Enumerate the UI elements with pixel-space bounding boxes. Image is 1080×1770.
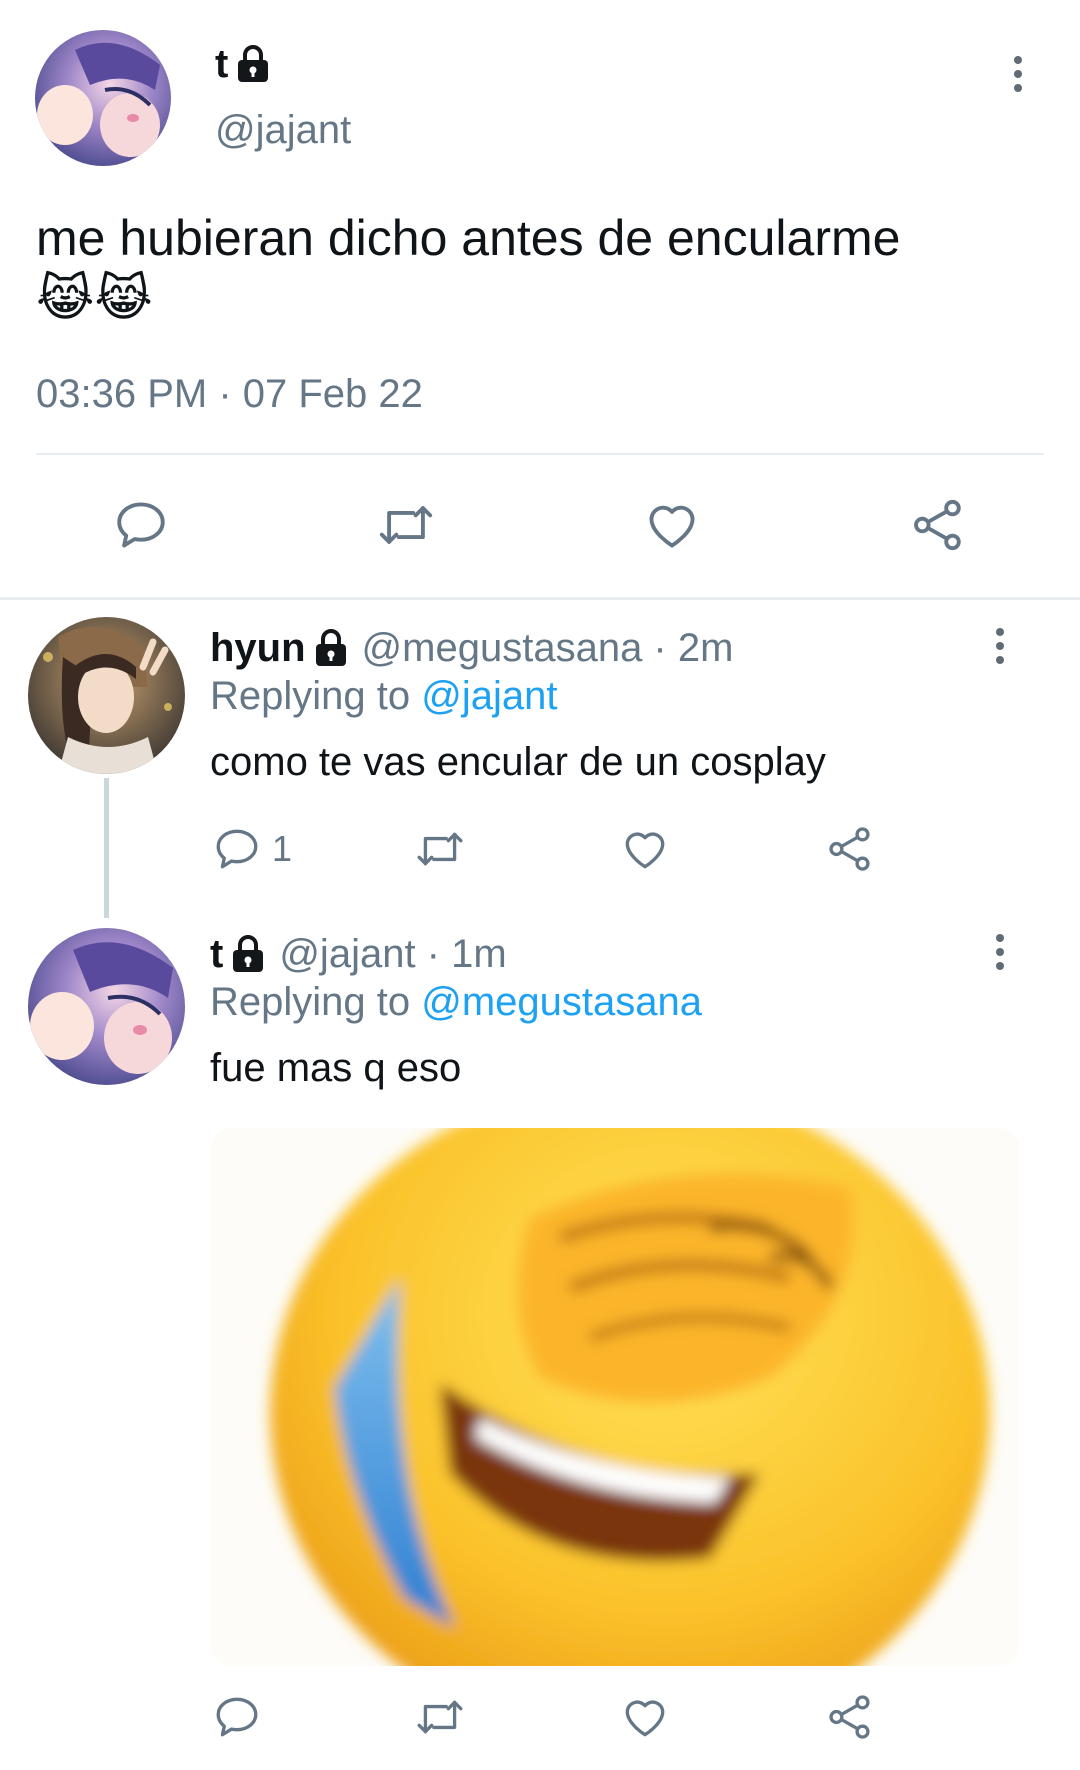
reply1-reply-count: 1 [272,828,293,869]
reply1-handle-time[interactable]: @megustasana · 2m [362,626,734,671]
reply1-more-button[interactable] [990,628,1010,664]
replying-to-link[interactable]: @jajant [421,674,557,718]
reply2-retweet-button[interactable] [412,1692,468,1742]
main-like-button[interactable] [643,496,701,554]
main-timestamp[interactable]: 03:36 PM · 07 Feb 22 [36,372,423,417]
section-divider [0,597,1080,600]
reply2-replying-to: Replying to @megustasana [210,980,702,1025]
reply1-reply-button[interactable]: 1 [212,824,292,874]
reply1-retweet-button[interactable] [412,824,468,874]
replying-to-label: Replying to [210,674,411,718]
main-display-name-row: t [215,40,270,88]
reply1-avatar[interactable] [28,617,185,774]
reply2-display-name[interactable]: t [210,932,223,977]
main-tweet-text: me hubieran dicho antes de encularme [36,210,901,266]
reply1-header: hyun @megustasana · 2m [210,622,733,674]
reply1-like-button[interactable] [620,824,670,874]
speech-bubble-icon [212,824,262,874]
reply2-share-button[interactable] [825,1692,875,1742]
replying-to-label: Replying to [210,980,411,1024]
timestamp-divider [36,453,1044,455]
reply1-share-button[interactable] [825,824,875,874]
lock-icon [314,629,348,667]
reply2-like-button[interactable] [620,1692,670,1742]
thread-line [104,778,109,918]
reply2-media-image[interactable] [210,1128,1020,1666]
lock-icon [231,935,265,973]
main-reply-button[interactable] [112,496,170,554]
reply1-text: como te vas encular de un cosplay [210,740,826,784]
reply2-more-button[interactable] [990,934,1010,970]
main-display-name[interactable]: t [215,42,228,87]
main-more-button[interactable] [1008,56,1028,92]
reply2-header: t @jajant · 1m [210,928,507,980]
reply1-display-name[interactable]: hyun [210,626,306,671]
reply2-text: fue mas q eso [210,1046,462,1090]
main-avatar[interactable] [35,30,171,166]
reply1-replying-to: Replying to @jajant [210,674,557,719]
reply2-avatar[interactable] [28,928,185,1085]
main-share-button[interactable] [909,496,967,554]
reply2-reply-button[interactable] [212,1692,262,1742]
replying-to-link[interactable]: @megustasana [421,980,702,1024]
main-tweet-emoji: 😹😹 [36,270,153,326]
main-retweet-button[interactable] [374,496,438,554]
reply2-handle-time[interactable]: @jajant · 1m [279,932,506,977]
main-handle[interactable]: @jajant [215,108,351,153]
lock-icon [236,45,270,83]
